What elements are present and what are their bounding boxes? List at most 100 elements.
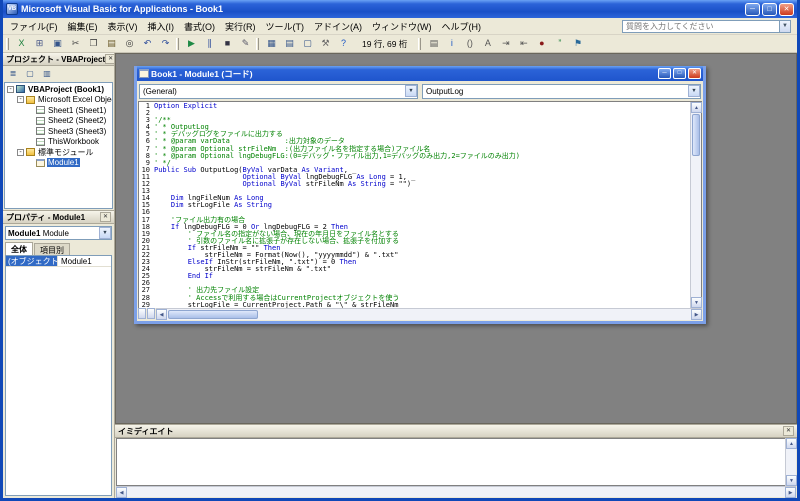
immediate-scroll-up-icon[interactable]: ▲ [786, 438, 797, 449]
tab-alphabetic[interactable]: 全体 [5, 242, 33, 255]
property-name-cell[interactable]: (オブジェクト名) [6, 256, 58, 266]
view-object-button[interactable]: ▢ [22, 67, 38, 79]
view-excel-icon[interactable]: X [13, 36, 30, 51]
horizontal-scroll-thumb[interactable] [168, 310, 258, 319]
menu-item-6[interactable]: ツール(T) [261, 18, 310, 35]
maximize-button[interactable]: □ [762, 2, 777, 16]
scroll-left-icon[interactable]: ◀ [156, 309, 167, 320]
bookmark-icon[interactable]: ⚑ [569, 36, 586, 51]
code-window-close-button[interactable]: ✕ [688, 68, 701, 79]
comment-block-icon[interactable]: ” [551, 36, 568, 51]
properties-panel-close-icon[interactable]: ✕ [100, 212, 111, 222]
menu-item-8[interactable]: ウィンドウ(W) [367, 18, 437, 35]
project-explorer-icon[interactable]: ▦ [263, 36, 280, 51]
reset-icon[interactable]: ■ [219, 36, 236, 51]
properties-window-icon[interactable]: ▤ [281, 36, 298, 51]
tree-item[interactable]: Sheet1 (Sheet1) [5, 105, 112, 116]
code-line[interactable]: 25 End If [139, 273, 690, 280]
project-panel-close-icon[interactable]: ✕ [105, 54, 114, 64]
code-line[interactable]: 1 Option Explicit [139, 102, 690, 110]
immediate-input-area[interactable] [116, 438, 785, 486]
cut-icon[interactable]: ✂ [67, 36, 84, 51]
scroll-down-icon[interactable]: ▼ [691, 297, 702, 308]
properties-object-dropdown-icon[interactable]: ▼ [99, 227, 111, 239]
menu-item-1[interactable]: 編集(E) [63, 18, 103, 35]
vertical-scroll-thumb[interactable] [692, 114, 700, 156]
expand-collapse-icon[interactable]: - [17, 148, 24, 156]
procedure-dropdown-icon[interactable]: ▼ [688, 85, 700, 97]
tree-item[interactable]: - Microsoft Excel Object [5, 95, 112, 106]
procedure-dropdown[interactable]: OutputLog ▼ [422, 83, 701, 99]
break-icon[interactable]: ∥ [201, 36, 218, 51]
close-button[interactable]: ✕ [779, 2, 794, 16]
toggle-folders-button[interactable]: ▥ [39, 67, 55, 79]
code-window-minimize-button[interactable]: ─ [658, 68, 671, 79]
code-line[interactable]: 2 [139, 109, 690, 117]
immediate-scroll-down-icon[interactable]: ▼ [786, 475, 797, 486]
find-icon[interactable]: ◎ [121, 36, 138, 51]
code-line[interactable]: 15 Dim strLogFile As String [139, 202, 690, 209]
list-properties-icon[interactable]: ▤ [425, 36, 442, 51]
property-row-object-name[interactable]: (オブジェクト名) Module1 [6, 256, 111, 267]
quick-info-icon[interactable]: i [443, 36, 460, 51]
complete-word-icon[interactable]: A [479, 36, 496, 51]
tree-item[interactable]: Sheet3 (Sheet3) [5, 126, 112, 137]
menu-item-5[interactable]: 実行(R) [220, 18, 261, 35]
margin-split-box-1[interactable] [138, 308, 146, 319]
tree-item[interactable]: Module1 [5, 158, 112, 169]
object-browser-icon[interactable]: ▢ [299, 36, 316, 51]
code-horizontal-scrollbar[interactable]: ◀ ▶ [156, 308, 702, 320]
tree-item[interactable]: Sheet2 (Sheet2) [5, 116, 112, 127]
outdent-icon[interactable]: ⇤ [515, 36, 532, 51]
design-mode-icon[interactable]: ✎ [237, 36, 254, 51]
immediate-horizontal-scrollbar[interactable]: ◀ ▶ [116, 486, 796, 498]
tree-item[interactable]: ThisWorkbook [5, 137, 112, 148]
menu-item-7[interactable]: アドイン(A) [309, 18, 367, 35]
copy-icon[interactable]: ❐ [85, 36, 102, 51]
code-window-restore-button[interactable]: □ [673, 68, 686, 79]
menu-item-9[interactable]: ヘルプ(H) [437, 18, 487, 35]
code-line[interactable]: 8 ' * @param Optional lngDebugFLG:(0=デバッグ… [139, 152, 690, 160]
redo-icon[interactable]: ↷ [157, 36, 174, 51]
immediate-scroll-left-icon[interactable]: ◀ [116, 487, 127, 498]
menu-item-4[interactable]: 書式(O) [179, 18, 220, 35]
menu-item-3[interactable]: 挿入(I) [143, 18, 180, 35]
scroll-right-icon[interactable]: ▶ [691, 309, 702, 320]
expand-collapse-icon[interactable]: - [7, 85, 14, 93]
insert-userform-icon[interactable]: ⊞ [31, 36, 48, 51]
object-dropdown-icon[interactable]: ▼ [405, 85, 417, 97]
code-line[interactable]: 24 strFileNm = strFileNm & ".txt" [139, 266, 690, 273]
tree-item[interactable]: - 標準モジュール [5, 147, 112, 158]
help-icon[interactable]: ? [335, 36, 352, 51]
parameter-info-icon[interactable]: () [461, 36, 478, 51]
code-line[interactable]: 12 Optional ByVal strFileNm As String = … [139, 180, 690, 188]
code-vertical-scrollbar[interactable]: ▲ ▼ [690, 102, 702, 308]
immediate-scroll-right-icon[interactable]: ▶ [785, 487, 796, 498]
question-dropdown-icon[interactable]: ▼ [780, 19, 791, 33]
undo-icon[interactable]: ↶ [139, 36, 156, 51]
property-value-cell[interactable]: Module1 [58, 257, 111, 266]
code-line[interactable]: 3 '/** [139, 117, 690, 124]
properties-object-selector[interactable]: Module1 Module ▼ [5, 226, 112, 240]
code-window-titlebar[interactable]: Book1 - Module1 (コード) ─ □ ✕ [137, 66, 703, 81]
run-icon[interactable]: ▶ [183, 36, 200, 51]
object-dropdown[interactable]: (General) ▼ [139, 83, 418, 99]
question-input[interactable] [622, 19, 780, 33]
paste-icon[interactable]: ▤ [103, 36, 120, 51]
view-code-button[interactable]: ≣ [5, 67, 21, 79]
minimize-button[interactable]: ─ [745, 2, 760, 16]
expand-collapse-icon[interactable]: - [17, 96, 24, 104]
scroll-up-icon[interactable]: ▲ [691, 102, 702, 113]
toggle-breakpoint-icon[interactable]: ● [533, 36, 550, 51]
menu-item-2[interactable]: 表示(V) [103, 18, 143, 35]
tab-categorized[interactable]: 項目別 [34, 243, 70, 255]
toolbar-grip[interactable] [6, 37, 9, 50]
margin-split-box-2[interactable] [147, 308, 155, 319]
tree-item[interactable]: - VBAProject (Book1) [5, 84, 112, 95]
toolbox-icon[interactable]: ⚒ [317, 36, 334, 51]
menu-item-0[interactable]: ファイル(F) [5, 18, 63, 35]
immediate-vertical-scrollbar[interactable]: ▲ ▼ [785, 438, 797, 486]
save-icon[interactable]: ▣ [49, 36, 66, 51]
code-pane[interactable]: 1 Option Explicit 2 3 '/** 4 ' * OutputLog 5 ' *… [139, 102, 690, 308]
indent-icon[interactable]: ⇥ [497, 36, 514, 51]
